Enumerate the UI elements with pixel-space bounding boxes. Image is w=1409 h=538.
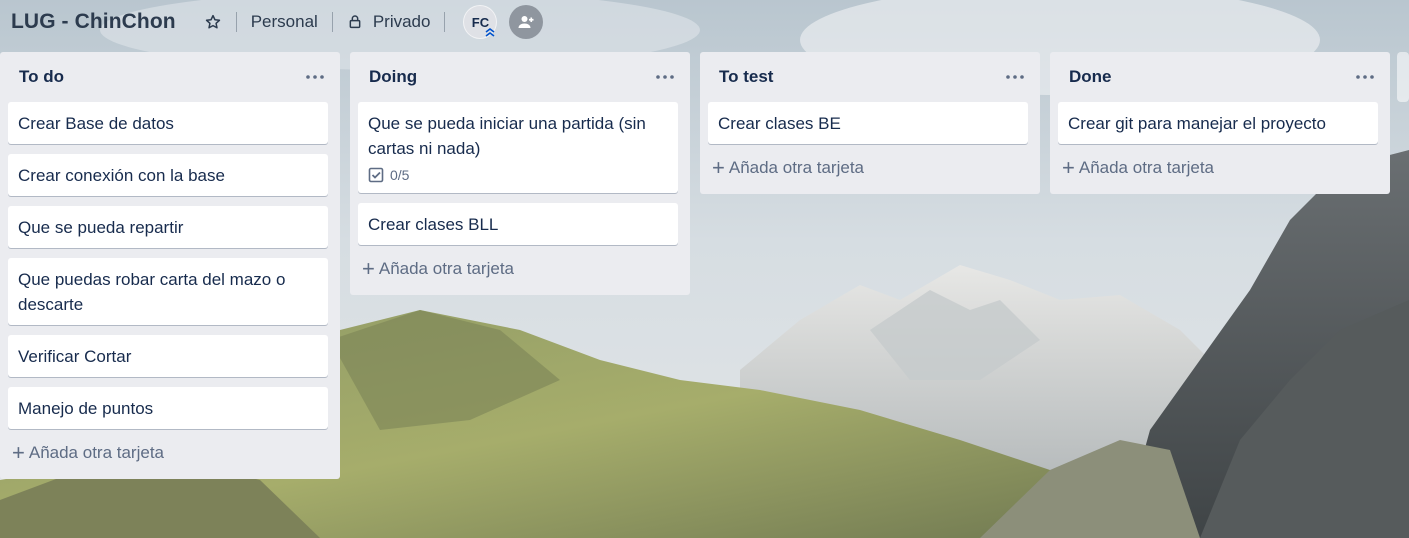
list-doing: Doing Que se pueda iniciar una partida (… — [350, 52, 690, 295]
card-title: Que se pueda iniciar una partida (sin ca… — [368, 114, 646, 158]
list-menu-button[interactable] — [1350, 64, 1380, 90]
add-card-button[interactable]: + Añada otra tarjeta — [708, 150, 1030, 186]
list-title[interactable]: Doing — [369, 67, 417, 87]
card[interactable]: Que se pueda iniciar una partida (sin ca… — [358, 102, 678, 193]
list-title[interactable]: To test — [719, 67, 773, 87]
card[interactable]: Crear git para manejar el proyecto — [1058, 102, 1378, 144]
card[interactable]: Crear clases BE — [708, 102, 1028, 144]
plus-icon: + — [1062, 155, 1075, 180]
list-header: Doing — [358, 52, 680, 102]
ellipsis-icon — [1006, 75, 1024, 79]
card[interactable]: Crear clases BLL — [358, 203, 678, 245]
add-card-label: Añada otra tarjeta — [28, 443, 165, 462]
header-divider — [444, 12, 446, 32]
lock-icon — [349, 15, 361, 29]
list-menu-button[interactable] — [650, 64, 680, 90]
board-header: LUG - ChinChon Personal Privado FC — [0, 0, 1409, 44]
board-title[interactable]: LUG - ChinChon — [11, 10, 176, 34]
plus-icon: + — [712, 155, 725, 180]
add-card-button[interactable]: + Añada otra tarjeta — [1058, 150, 1380, 186]
card[interactable]: Manejo de puntos — [8, 387, 328, 429]
plus-icon: + — [12, 440, 25, 465]
horizontal-scrollbar-thumb[interactable] — [1397, 52, 1409, 102]
list-title[interactable]: To do — [19, 67, 64, 87]
visibility-label: Privado — [372, 12, 431, 31]
visibility-button[interactable]: Privado — [341, 6, 437, 38]
ellipsis-icon — [1356, 75, 1374, 79]
admin-chevron-icon — [485, 28, 495, 37]
checklist-badge: 0/5 — [368, 165, 668, 185]
add-card-label: Añada otra tarjeta — [378, 259, 515, 278]
add-card-label: Añada otra tarjeta — [1078, 158, 1215, 177]
list-header: Done — [1058, 52, 1380, 102]
member-avatar[interactable]: FC — [463, 5, 498, 39]
ellipsis-icon — [306, 75, 324, 79]
card[interactable]: Crear conexión con la base — [8, 154, 328, 196]
star-icon — [205, 14, 220, 29]
list-menu-button[interactable] — [1000, 64, 1030, 90]
list-menu-button[interactable] — [300, 64, 330, 90]
checklist-icon — [368, 167, 384, 183]
card[interactable]: Crear Base de datos — [8, 102, 328, 144]
card[interactable]: Verificar Cortar — [8, 335, 328, 377]
header-divider — [235, 12, 237, 32]
add-member-button[interactable] — [509, 5, 544, 39]
header-divider — [331, 12, 333, 32]
add-member-icon — [518, 16, 534, 28]
add-card-button[interactable]: + Añada otra tarjeta — [358, 251, 680, 287]
list-to-test: To test Crear clases BE + Añada otra tar… — [700, 52, 1040, 194]
checklist-count: 0/5 — [390, 166, 410, 183]
workspace-button[interactable]: Personal — [245, 6, 324, 38]
ellipsis-icon — [656, 75, 674, 79]
card[interactable]: Que se pueda repartir — [8, 206, 328, 248]
list-header: To do — [8, 52, 330, 102]
list-to-do: To do Crear Base de datos Crear conexión… — [0, 52, 340, 479]
add-card-button[interactable]: + Añada otra tarjeta — [8, 435, 330, 471]
plus-icon: + — [362, 256, 375, 281]
card[interactable]: Que puedas robar carta del mazo o descar… — [8, 258, 328, 325]
list-title[interactable]: Done — [1069, 67, 1112, 87]
star-button[interactable] — [198, 6, 228, 38]
list-done: Done Crear git para manejar el proyecto … — [1050, 52, 1390, 194]
add-card-label: Añada otra tarjeta — [728, 158, 865, 177]
list-header: To test — [708, 52, 1030, 102]
